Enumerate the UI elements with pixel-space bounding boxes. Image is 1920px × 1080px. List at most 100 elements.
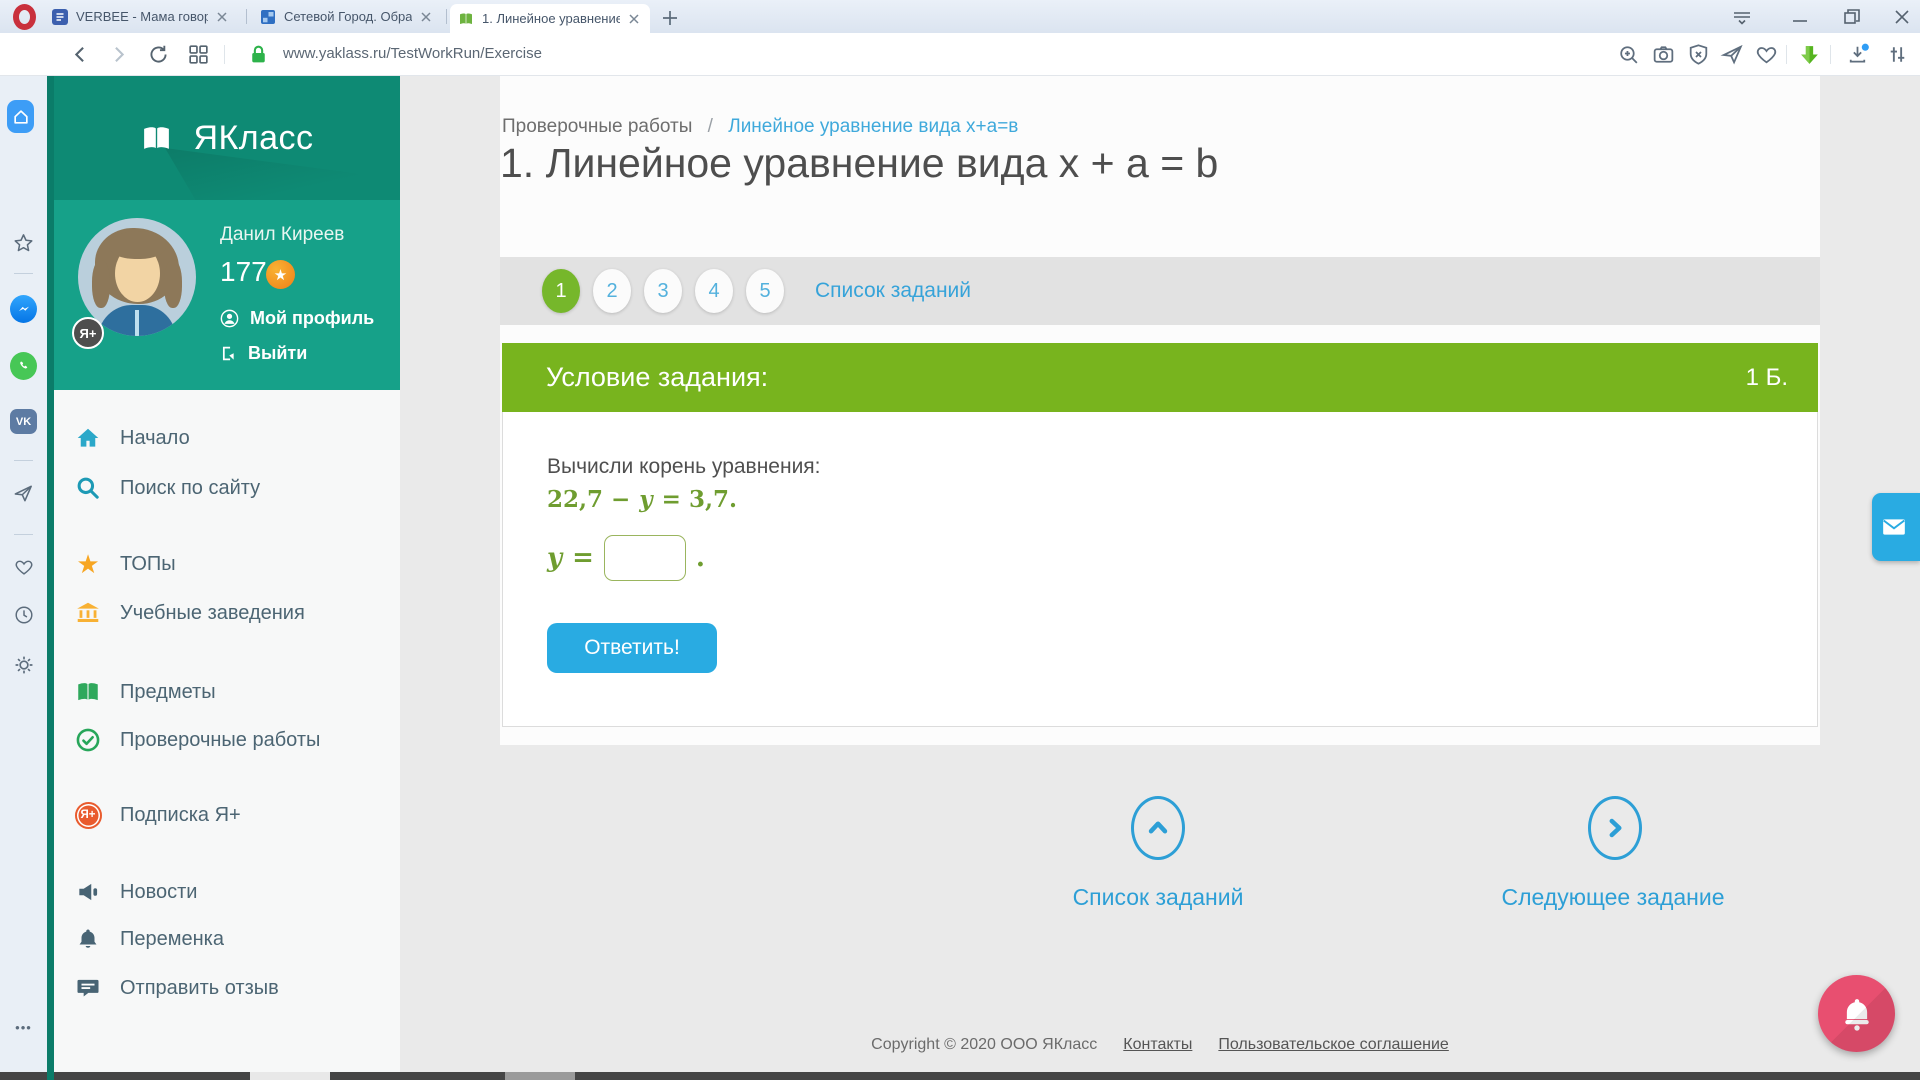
sidebar-overflow-dots[interactable]: ••• bbox=[0, 1020, 47, 1035]
yaklass-sidebar: ЯКласс Я+ Данил Киреев 177 ★ Мой профиль… bbox=[47, 76, 400, 1080]
envelope-icon bbox=[1881, 514, 1907, 540]
zoom-page-icon[interactable] bbox=[1616, 42, 1641, 67]
star-icon: ★ bbox=[72, 551, 104, 577]
bell-icon bbox=[72, 926, 104, 952]
sidebar-item-subjects[interactable]: Предметы bbox=[72, 676, 216, 708]
breadcrumb-current-link[interactable]: Линейное уравнение вида x+a=в bbox=[728, 116, 1018, 137]
settings-sliders-icon[interactable] bbox=[1885, 42, 1910, 67]
messenger-icon[interactable] bbox=[10, 295, 37, 322]
forward-icon[interactable] bbox=[106, 42, 131, 67]
tab-separator bbox=[246, 9, 247, 24]
condition-header: Условие задания: 1 Б. bbox=[502, 343, 1818, 412]
browser-window: VERBEE - Мама говорила Сетевой Город. Об… bbox=[0, 0, 1920, 1080]
taskbar-item bbox=[250, 1072, 330, 1080]
chevron-right-icon bbox=[1600, 813, 1630, 843]
divider bbox=[14, 273, 33, 274]
divider bbox=[1786, 45, 1787, 64]
secure-lock-icon[interactable] bbox=[246, 42, 271, 67]
sidebar-item-home[interactable]: Начало bbox=[72, 422, 190, 454]
sidebar-item-tests[interactable]: Проверочные работы bbox=[72, 724, 320, 756]
my-profile-link[interactable]: Мой профиль bbox=[219, 308, 374, 329]
personal-news-heart-icon[interactable] bbox=[10, 553, 37, 580]
divider bbox=[1830, 45, 1831, 64]
task-number-4[interactable]: 4 bbox=[695, 269, 733, 313]
tab-yaklass-active[interactable]: 1. Линейное уравнение ви bbox=[450, 4, 650, 33]
close-button[interactable] bbox=[1888, 5, 1916, 29]
sidebar-item-search[interactable]: Поиск по сайту bbox=[72, 472, 260, 504]
downloads-icon[interactable] bbox=[1845, 42, 1870, 67]
speed-dial-grid-icon[interactable] bbox=[186, 42, 211, 67]
task-list-circle-button[interactable] bbox=[1131, 796, 1185, 860]
profile-person-icon bbox=[219, 308, 240, 329]
bookmark-heart-icon[interactable] bbox=[1754, 42, 1779, 67]
notification-bell-button[interactable] bbox=[1818, 975, 1895, 1052]
adblock-shield-icon[interactable] bbox=[1686, 42, 1711, 67]
whatsapp-icon[interactable] bbox=[10, 352, 37, 379]
search-icon bbox=[72, 475, 104, 501]
logout-link[interactable]: Выйти bbox=[219, 343, 307, 364]
sidebar-item-news[interactable]: Новости bbox=[72, 876, 197, 908]
breadcrumb-root-link[interactable]: Проверочные работы bbox=[502, 116, 692, 137]
history-clock-icon[interactable] bbox=[10, 601, 37, 628]
task-equation: 22,7 −y= 3,7. bbox=[547, 486, 737, 513]
next-task-label[interactable]: Следующее задание bbox=[1453, 884, 1773, 911]
task-list-label[interactable]: Список заданий bbox=[998, 884, 1318, 911]
condition-points: 1 Б. bbox=[1746, 364, 1788, 392]
address-bar: www.yaklass.ru/TestWorkRun/Exercise bbox=[0, 33, 1920, 76]
task-prompt: Вычисли корень уравнения: bbox=[547, 455, 821, 479]
task-number-3[interactable]: 3 bbox=[644, 269, 682, 313]
settings-gear-icon[interactable] bbox=[10, 651, 37, 678]
sidebar-item-feedback[interactable]: Отправить отзыв bbox=[72, 972, 279, 1004]
condition-title: Условие задания: bbox=[546, 362, 768, 393]
restore-button[interactable] bbox=[1838, 5, 1866, 29]
divider bbox=[224, 45, 225, 64]
minimize-button[interactable] bbox=[1786, 5, 1814, 29]
school-icon bbox=[72, 600, 104, 626]
opera-menu-button[interactable] bbox=[13, 4, 36, 30]
feedback-envelope-tab[interactable] bbox=[1872, 493, 1920, 561]
task-list-link[interactable]: Список заданий bbox=[815, 279, 971, 303]
tab-close-icon[interactable] bbox=[418, 9, 434, 25]
reload-icon[interactable] bbox=[146, 42, 171, 67]
extension-green-arrow-icon[interactable] bbox=[1797, 42, 1822, 67]
yaklass-logo-book-icon bbox=[133, 122, 180, 155]
books-icon bbox=[72, 679, 104, 705]
submit-answer-button[interactable]: Ответить! bbox=[547, 623, 717, 673]
tab-close-icon[interactable] bbox=[214, 9, 230, 25]
task-number-1[interactable]: 1 bbox=[542, 269, 580, 313]
ya-plus-badge: Я+ bbox=[72, 317, 104, 349]
snapshot-camera-icon[interactable] bbox=[1651, 42, 1676, 67]
url-text[interactable]: www.yaklass.ru/TestWorkRun/Exercise bbox=[283, 45, 542, 62]
user-name: Данил Киреев bbox=[220, 224, 344, 246]
new-tab-button[interactable] bbox=[660, 8, 680, 28]
tab-separator bbox=[446, 9, 447, 24]
my-flow-plane-icon[interactable] bbox=[10, 480, 37, 507]
answer-input[interactable] bbox=[604, 535, 686, 581]
task-number-2[interactable]: 2 bbox=[593, 269, 631, 313]
tab-menu-icon[interactable] bbox=[1728, 5, 1756, 29]
taskbar-item bbox=[505, 1072, 575, 1080]
copyright-text: Copyright © 2020 ООО ЯКласс bbox=[871, 1036, 1097, 1054]
vk-icon[interactable]: VK bbox=[10, 408, 37, 435]
back-icon[interactable] bbox=[68, 42, 93, 67]
share-plane-icon[interactable] bbox=[1720, 42, 1745, 67]
tab-close-icon[interactable] bbox=[626, 11, 642, 27]
task-card: Условие задания: 1 Б. Вычисли корень ура… bbox=[502, 343, 1818, 727]
user-agreement-link[interactable]: Пользовательское соглашение bbox=[1218, 1036, 1448, 1054]
yaklass-logo[interactable]: ЯКласс bbox=[47, 76, 400, 200]
logout-door-icon bbox=[219, 344, 238, 363]
next-task-circle-button[interactable] bbox=[1588, 796, 1642, 860]
yaklass-favicon bbox=[458, 11, 474, 27]
sidebar-item-schools[interactable]: Учебные заведения bbox=[72, 597, 305, 629]
speed-dial-home-icon[interactable] bbox=[7, 103, 34, 130]
task-number-5[interactable]: 5 bbox=[746, 269, 784, 313]
sidebar-item-tops[interactable]: ★ ТОПы bbox=[72, 548, 176, 580]
tab-verbee[interactable]: VERBEE - Мама говорила bbox=[44, 0, 238, 33]
opera-sidebar: VK ••• bbox=[0, 76, 47, 1080]
sidebar-item-subscription[interactable]: Я+ Подписка Я+ bbox=[72, 799, 241, 831]
contacts-link[interactable]: Контакты bbox=[1123, 1036, 1192, 1054]
verbee-favicon bbox=[52, 9, 68, 25]
tab-netcity[interactable]: Сетевой Город. Образова bbox=[252, 0, 442, 33]
bookmarks-star-icon[interactable] bbox=[10, 230, 37, 257]
sidebar-item-break[interactable]: Переменка bbox=[72, 923, 224, 955]
